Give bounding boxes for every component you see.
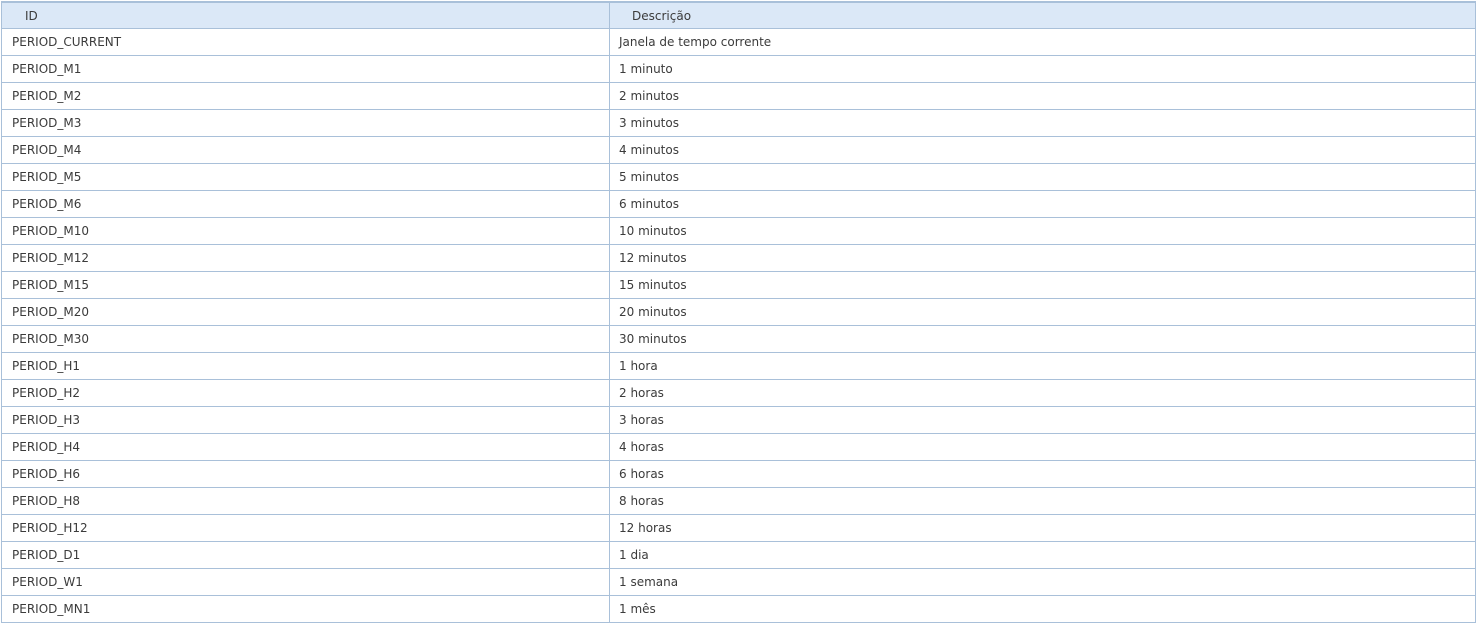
cell-description: 5 minutos <box>609 163 1476 191</box>
cell-id: PERIOD_M6 <box>1 190 610 218</box>
cell-description: 2 horas <box>609 379 1476 407</box>
table-row: PERIOD_M4 4 minutos <box>1 136 1476 164</box>
cell-description: 8 horas <box>609 487 1476 515</box>
cell-description: 15 minutos <box>609 271 1476 299</box>
cell-description: 20 minutos <box>609 298 1476 326</box>
cell-description: 1 semana <box>609 568 1476 596</box>
cell-description: 2 minutos <box>609 82 1476 110</box>
timeframes-table-container: ID Descrição PERIOD_CURRENT Janela de tem… <box>1 1 1476 623</box>
table-row: PERIOD_H4 4 horas <box>1 433 1476 461</box>
timeframes-table: ID Descrição PERIOD_CURRENT Janela de tem… <box>1 1 1476 623</box>
cell-id: PERIOD_CURRENT <box>1 28 610 56</box>
table-body: PERIOD_CURRENT Janela de tempo corrente PE… <box>1 28 1476 623</box>
cell-id: PERIOD_H2 <box>1 379 610 407</box>
table-row: PERIOD_M3 3 minutos <box>1 109 1476 137</box>
cell-id: PERIOD_H4 <box>1 433 610 461</box>
table-row: PERIOD_M5 5 minutos <box>1 163 1476 191</box>
cell-description: 4 horas <box>609 433 1476 461</box>
cell-description: Janela de tempo corrente <box>609 28 1476 56</box>
cell-description: 4 minutos <box>609 136 1476 164</box>
cell-id: PERIOD_M4 <box>1 136 610 164</box>
cell-id: PERIOD_H12 <box>1 514 610 542</box>
table-row: PERIOD_CURRENT Janela de tempo corrente <box>1 28 1476 56</box>
cell-description: 1 minuto <box>609 55 1476 83</box>
cell-description: 1 mês <box>609 595 1476 623</box>
cell-id: PERIOD_H6 <box>1 460 610 488</box>
cell-description: 6 horas <box>609 460 1476 488</box>
table-row: PERIOD_H8 8 horas <box>1 487 1476 515</box>
cell-description: 12 horas <box>609 514 1476 542</box>
cell-id: PERIOD_M1 <box>1 55 610 83</box>
cell-id: PERIOD_H8 <box>1 487 610 515</box>
cell-id: PERIOD_M12 <box>1 244 610 272</box>
table-row: PERIOD_M1 1 minuto <box>1 55 1476 83</box>
table-row: PERIOD_W1 1 semana <box>1 568 1476 596</box>
column-header-id: ID <box>1 1 610 29</box>
table-row: PERIOD_H6 6 horas <box>1 460 1476 488</box>
table-row: PERIOD_H2 2 horas <box>1 379 1476 407</box>
cell-description: 1 hora <box>609 352 1476 380</box>
cell-id: PERIOD_M15 <box>1 271 610 299</box>
cell-description: 12 minutos <box>609 244 1476 272</box>
table-header: ID Descrição <box>1 1 1476 29</box>
table-row: PERIOD_M20 20 minutos <box>1 298 1476 326</box>
cell-id: PERIOD_M2 <box>1 82 610 110</box>
cell-description: 10 minutos <box>609 217 1476 245</box>
header-row: ID Descrição <box>1 1 1476 29</box>
table-row: PERIOD_D1 1 dia <box>1 541 1476 569</box>
cell-description: 1 dia <box>609 541 1476 569</box>
cell-description: 6 minutos <box>609 190 1476 218</box>
table-row: PERIOD_MN1 1 mês <box>1 595 1476 623</box>
cell-id: PERIOD_MN1 <box>1 595 610 623</box>
cell-description: 3 horas <box>609 406 1476 434</box>
cell-description: 3 minutos <box>609 109 1476 137</box>
table-row: PERIOD_M2 2 minutos <box>1 82 1476 110</box>
cell-id: PERIOD_M30 <box>1 325 610 353</box>
table-row: PERIOD_M6 6 minutos <box>1 190 1476 218</box>
table-row: PERIOD_M15 15 minutos <box>1 271 1476 299</box>
cell-id: PERIOD_M3 <box>1 109 610 137</box>
cell-id: PERIOD_H3 <box>1 406 610 434</box>
table-row: PERIOD_H1 1 hora <box>1 352 1476 380</box>
table-row: PERIOD_M10 10 minutos <box>1 217 1476 245</box>
cell-id: PERIOD_H1 <box>1 352 610 380</box>
column-header-description: Descrição <box>609 1 1476 29</box>
cell-id: PERIOD_M10 <box>1 217 610 245</box>
cell-description: 30 minutos <box>609 325 1476 353</box>
table-row: PERIOD_H12 12 horas <box>1 514 1476 542</box>
cell-id: PERIOD_M5 <box>1 163 610 191</box>
table-row: PERIOD_M30 30 minutos <box>1 325 1476 353</box>
cell-id: PERIOD_W1 <box>1 568 610 596</box>
cell-id: PERIOD_M20 <box>1 298 610 326</box>
table-row: PERIOD_H3 3 horas <box>1 406 1476 434</box>
cell-id: PERIOD_D1 <box>1 541 610 569</box>
table-row: PERIOD_M12 12 minutos <box>1 244 1476 272</box>
